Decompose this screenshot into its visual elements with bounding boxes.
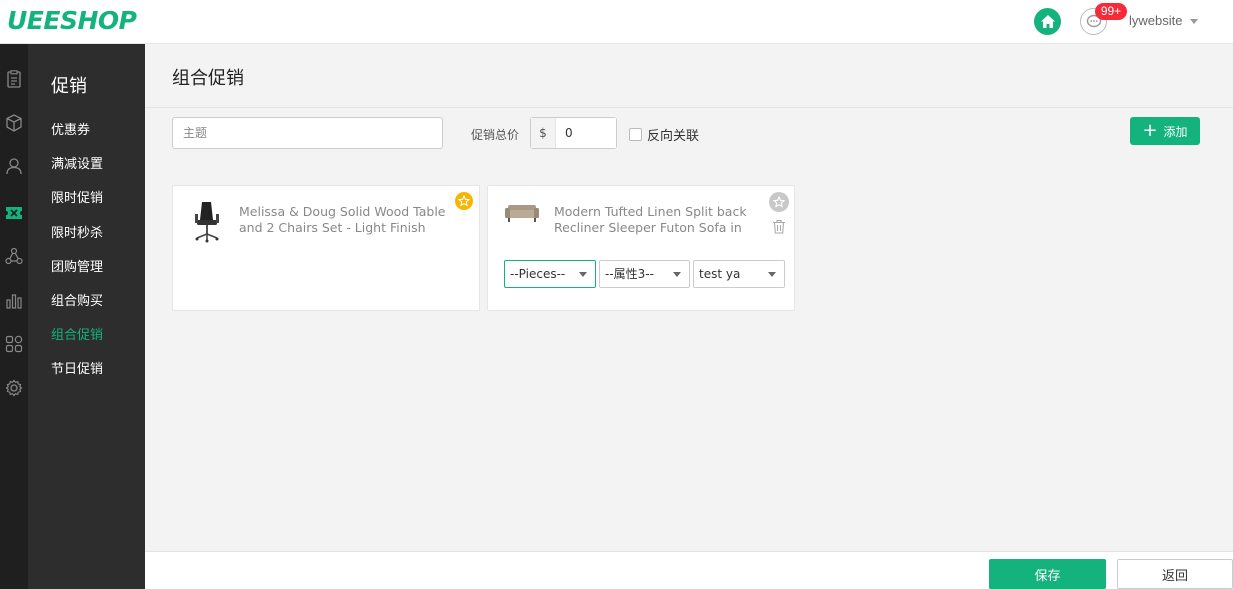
pieces-select-value: --Pieces-- — [510, 267, 566, 281]
product-name: Melissa & Doug Solid Wood Table and 2 Ch… — [239, 204, 446, 235]
bottom-action-bar: 保存 返回 — [145, 551, 1233, 589]
subject-input[interactable] — [172, 117, 443, 149]
pieces-select[interactable]: --Pieces-- — [504, 260, 596, 288]
divider — [145, 107, 1233, 108]
star-icon — [458, 195, 470, 207]
sidebar-item-bundle-purchase[interactable]: 组合购买 — [51, 290, 103, 309]
trash-icon[interactable] — [772, 219, 786, 234]
plus-icon: + — [1142, 120, 1158, 141]
users-icon[interactable] — [0, 154, 28, 178]
page-title: 组合促销 — [172, 68, 244, 89]
settings-icon[interactable] — [0, 376, 28, 400]
primary-product-star[interactable] — [455, 192, 473, 210]
notification-badge: 99+ — [1095, 3, 1127, 20]
sidebar-item-group-buy[interactable]: 团购管理 — [51, 256, 103, 275]
sub-sidebar: 促销 优惠券 满减设置 限时促销 限时秒杀 团购管理 组合购买 组合促销 节日促… — [28, 44, 145, 589]
attribute-select-value: --属性3-- — [605, 267, 654, 281]
promotion-icon[interactable] — [0, 201, 28, 225]
sidebar-item-limited-promo[interactable]: 限时促销 — [51, 187, 103, 206]
distribution-icon[interactable] — [0, 244, 28, 268]
option-select-value: test ya — [699, 267, 741, 281]
office-chair-thumbnail — [195, 202, 219, 243]
apps-icon[interactable] — [0, 332, 28, 356]
currency-prefix: $ — [531, 118, 556, 148]
total-price-label: 促销总价 — [471, 128, 520, 142]
orders-icon[interactable] — [0, 67, 28, 91]
top-bar: UEESHOP 99+ lywebsite — [0, 0, 1233, 44]
save-button[interactable]: 保存 — [989, 559, 1106, 589]
sidebar-item-coupons[interactable]: 优惠券 — [51, 119, 90, 138]
brand-logo[interactable]: UEESHOP — [7, 6, 137, 35]
chevron-down-icon — [579, 272, 587, 277]
reverse-association-label[interactable]: 反向关联 — [647, 125, 699, 144]
sidebar-item-bundle-promotion[interactable]: 组合促销 — [51, 324, 103, 343]
star-icon — [773, 196, 785, 208]
stats-icon[interactable] — [0, 288, 28, 312]
username: lywebsite — [1129, 13, 1183, 28]
home-button[interactable] — [1034, 8, 1061, 35]
add-button-label: 添加 — [1163, 124, 1188, 139]
chevron-down-icon — [768, 272, 776, 277]
sofa-thumbnail — [505, 205, 539, 222]
home-icon — [1040, 15, 1055, 28]
products-icon[interactable] — [0, 111, 28, 135]
sidebar-item-flash-sale[interactable]: 限时秒杀 — [51, 222, 103, 241]
chevron-down-icon — [1190, 19, 1199, 25]
product-card: Modern Tufted Linen Split back Recliner … — [487, 185, 795, 311]
add-button[interactable]: + 添加 — [1130, 117, 1200, 145]
reverse-association-checkbox[interactable] — [629, 128, 642, 141]
total-price-field: $ — [530, 117, 617, 149]
sidebar-item-holiday-promo[interactable]: 节日促销 — [51, 358, 103, 377]
set-primary-star[interactable] — [769, 192, 789, 212]
attribute-select[interactable]: --属性3-- — [599, 260, 690, 288]
user-menu[interactable]: lywebsite — [1129, 13, 1199, 28]
chevron-down-icon — [673, 272, 681, 277]
main-content: 组合促销 促销总价 $ 反向关联 + 添加 Melissa & Doug Soli… — [145, 44, 1233, 551]
back-button[interactable]: 返回 — [1117, 559, 1233, 589]
icon-rail — [0, 44, 28, 589]
total-price-input[interactable] — [556, 118, 616, 148]
section-title: 促销 — [51, 76, 87, 97]
sidebar-item-full-reduction[interactable]: 满减设置 — [51, 153, 103, 172]
option-select[interactable]: test ya — [693, 260, 785, 288]
product-name: Modern Tufted Linen Split back Recliner … — [554, 204, 747, 235]
product-card: Melissa & Doug Solid Wood Table and 2 Ch… — [172, 185, 480, 311]
